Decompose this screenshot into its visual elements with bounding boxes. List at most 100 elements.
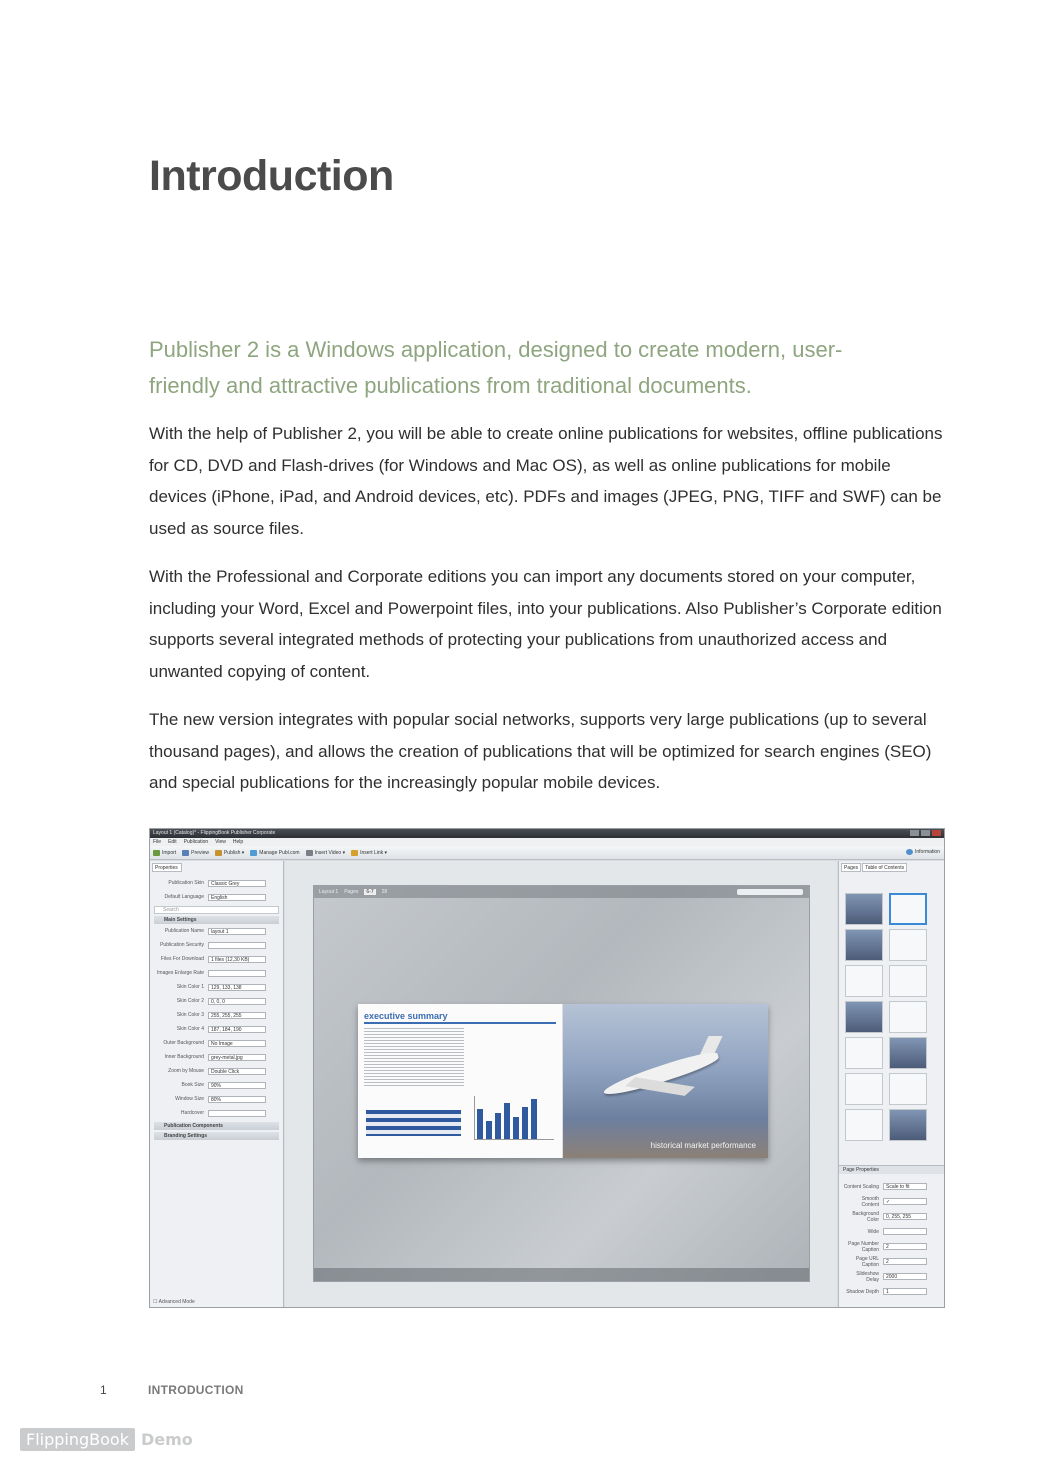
- advanced-mode-checkbox[interactable]: ☐ Advanced Mode: [153, 1299, 195, 1305]
- page-thumbnail[interactable]: [889, 965, 927, 997]
- section-publication-components[interactable]: Publication Components: [154, 1122, 279, 1130]
- information-button[interactable]: Information: [905, 849, 940, 855]
- import-label: Import: [162, 849, 177, 856]
- page-thumbnail[interactable]: [889, 1001, 927, 1033]
- page-thumbnail[interactable]: [845, 1109, 883, 1141]
- default-language-select[interactable]: English: [208, 893, 266, 901]
- prop-value-field[interactable]: [883, 1228, 927, 1235]
- prop-label: Slideshow Delay: [856, 1270, 879, 1283]
- link-icon: [351, 849, 359, 856]
- minimize-icon[interactable]: [910, 830, 919, 836]
- publish-button[interactable]: Publish ▾: [214, 849, 244, 856]
- book-stage: Layout 1 Pages 6-7 28 executive summary: [313, 885, 810, 1282]
- prop-row: Background Color 0, 255, 255: [843, 1209, 939, 1224]
- prop-label: Files For Download: [160, 956, 204, 962]
- prop-row: Hardcover: [150, 1106, 283, 1120]
- stage-pages-label: Pages: [344, 889, 359, 895]
- prop-value-field[interactable]: 255, 255, 255: [208, 1011, 266, 1019]
- prop-row: Files For Download 1 files (12,30 KB): [150, 952, 283, 966]
- insert-video-button[interactable]: Insert Video ▾: [305, 849, 345, 856]
- prop-value-field[interactable]: 2: [883, 1243, 927, 1250]
- maximize-icon[interactable]: [921, 830, 930, 836]
- prop-value-field[interactable]: [208, 941, 266, 949]
- page-properties-list: Content Scaling Scale to fit Smooth Conten…: [843, 1179, 939, 1299]
- menu-edit[interactable]: Edit: [168, 838, 177, 846]
- manage-publ-button[interactable]: Manage Publ.com: [250, 849, 300, 856]
- cloud-icon: [250, 849, 258, 856]
- book-right-page[interactable]: historical market performance: [563, 1004, 768, 1158]
- prop-value-field[interactable]: 187, 184, 190: [208, 1025, 266, 1033]
- prop-value-field[interactable]: layout 1: [208, 927, 266, 935]
- prop-value-field[interactable]: 90%: [208, 1081, 266, 1089]
- prop-value-field[interactable]: 2: [883, 1258, 927, 1265]
- prop-value-field[interactable]: 129, 133, 138: [208, 983, 266, 991]
- page-thumbnail[interactable]: [845, 965, 883, 997]
- prop-row: Wide: [843, 1224, 939, 1239]
- prop-value-field[interactable]: Double Click: [208, 1067, 266, 1075]
- properties-panel: Properties Publication Skin Classic Grey …: [150, 861, 284, 1307]
- book-left-page[interactable]: executive summary: [358, 1004, 563, 1158]
- section-main-settings[interactable]: Main Settings: [154, 916, 279, 924]
- prop-row: Skin Color 3 255, 255, 255: [150, 1008, 283, 1022]
- bar-chart-graphic: [474, 1096, 554, 1140]
- page-thumbnails: [845, 893, 933, 1141]
- prop-value-field[interactable]: 1 files (12,30 KB): [208, 955, 266, 963]
- stage-current-pages[interactable]: 6-7: [364, 889, 376, 895]
- section-branding-settings[interactable]: Branding Settings: [154, 1132, 279, 1140]
- information-label: Information: [914, 849, 940, 855]
- menu-file[interactable]: File: [153, 838, 161, 846]
- page-thumbnail[interactable]: [889, 893, 927, 925]
- prop-value-field[interactable]: [208, 969, 266, 977]
- stage-bottom-toolbar[interactable]: [314, 1268, 809, 1281]
- video-icon: [305, 849, 313, 856]
- prop-value-field[interactable]: grey-metal.jpg: [208, 1053, 266, 1061]
- prop-row: Publication Skin Classic Grey: [150, 876, 283, 890]
- prop-value-field[interactable]: Scale to fit: [883, 1183, 927, 1190]
- prop-value-field[interactable]: 1: [883, 1288, 927, 1295]
- close-icon[interactable]: [932, 830, 941, 836]
- prop-row: Images Enlarge Rate: [150, 966, 283, 980]
- prop-row: Page Number Caption 2: [843, 1239, 939, 1254]
- page-thumbnail[interactable]: [845, 1073, 883, 1105]
- menu-view[interactable]: View: [215, 838, 226, 846]
- page-thumbnail[interactable]: [845, 1037, 883, 1069]
- prop-label: Skin Color 3: [176, 1012, 204, 1018]
- prop-value-field[interactable]: 0, 0, 0: [208, 997, 266, 1005]
- import-button[interactable]: Import: [153, 849, 177, 856]
- prop-row: Slideshow Delay 2000: [843, 1269, 939, 1284]
- prop-row: Page URL Caption 2: [843, 1254, 939, 1269]
- menu-help[interactable]: Help: [233, 838, 243, 846]
- search-input[interactable]: Search: [154, 906, 279, 914]
- prop-value-field[interactable]: 0, 255, 255: [883, 1213, 927, 1220]
- publication-skin-select[interactable]: Classic Grey: [208, 879, 266, 887]
- prop-value-field[interactable]: 2000: [883, 1273, 927, 1280]
- tab-pages[interactable]: Pages: [841, 863, 862, 872]
- window-controls: [910, 830, 941, 836]
- page-thumbnail[interactable]: [889, 1109, 927, 1141]
- tab-table-of-contents[interactable]: Table of Contents: [862, 863, 908, 872]
- insert-link-button[interactable]: Insert Link ▾: [351, 849, 387, 856]
- prop-value-field[interactable]: No Image: [208, 1039, 266, 1047]
- page-thumbnail[interactable]: [889, 1073, 927, 1105]
- page-thumbnail[interactable]: [845, 929, 883, 961]
- page-thumbnail[interactable]: [845, 1001, 883, 1033]
- page-thumbnail[interactable]: [889, 1037, 927, 1069]
- manage-publ-label: Manage Publ.com: [259, 849, 300, 856]
- prop-label: Images Enlarge Rate: [157, 970, 204, 976]
- preview-button[interactable]: Preview: [182, 849, 209, 856]
- prop-value-field[interactable]: [208, 1109, 266, 1117]
- stage-search-input[interactable]: [737, 889, 803, 895]
- page-thumbnail[interactable]: [889, 929, 927, 961]
- data-table-graphic: [366, 1110, 461, 1136]
- chart-bar: [504, 1103, 510, 1139]
- prop-label: Content Scaling: [843, 1183, 879, 1190]
- window-title: Layout 1 (Catalog)* - FlippingBook Publi…: [153, 830, 276, 836]
- page-thumbnail[interactable]: [845, 893, 883, 925]
- menu-publication[interactable]: Publication: [184, 838, 208, 846]
- tab-properties[interactable]: Properties: [152, 863, 182, 872]
- lead-paragraph: Publisher 2 is a Windows application, de…: [149, 337, 843, 398]
- prop-row: Content Scaling Scale to fit: [843, 1179, 939, 1194]
- prop-value-field[interactable]: ✓: [883, 1198, 927, 1205]
- flipbook-spread[interactable]: executive summary historical market perf…: [358, 1004, 768, 1158]
- prop-value-field[interactable]: 80%: [208, 1095, 266, 1103]
